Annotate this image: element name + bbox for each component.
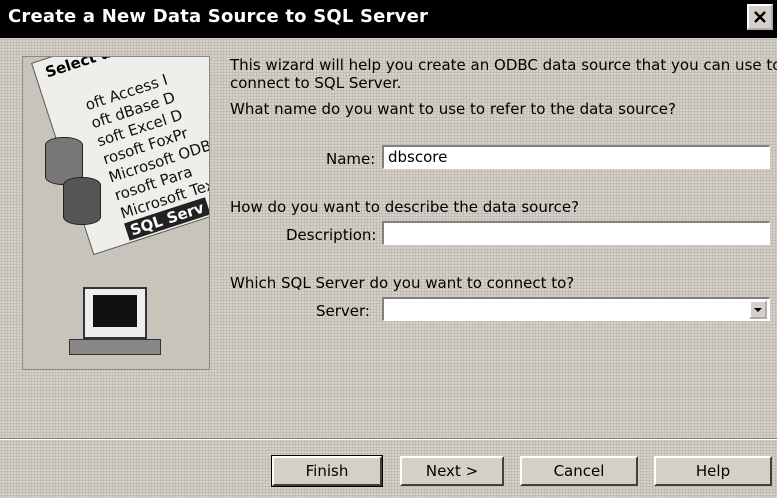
intro-line-1: This wizard will help you create an ODBC… <box>230 56 777 74</box>
wizard-dialog: Select a driver for oft Access I oft dBa… <box>0 38 777 498</box>
description-question: How do you want to describe the data sou… <box>230 198 580 216</box>
intro-line-2: connect to SQL Server. <box>230 74 402 92</box>
window-title: Create a New Data Source to SQL Server <box>8 6 429 27</box>
wizard-illustration: Select a driver for oft Access I oft dBa… <box>22 56 210 370</box>
computer-icon <box>83 287 147 339</box>
server-label: Server: <box>316 302 370 320</box>
server-combobox[interactable] <box>382 297 770 321</box>
description-input[interactable] <box>382 221 770 245</box>
chevron-down-icon <box>754 307 762 312</box>
finish-button[interactable]: Finish <box>271 455 383 487</box>
description-label: Description: <box>286 226 377 244</box>
name-input[interactable]: dbscore <box>382 145 770 169</box>
next-button[interactable]: Next > <box>400 456 504 486</box>
close-button[interactable] <box>747 4 773 30</box>
server-dropdown-button[interactable] <box>749 300 767 319</box>
name-label: Name: <box>326 150 376 168</box>
title-bar: Create a New Data Source to SQL Server <box>0 0 777 38</box>
database-icon <box>63 177 101 225</box>
close-icon <box>754 11 766 23</box>
server-question: Which SQL Server do you want to connect … <box>230 274 575 292</box>
keyboard-icon <box>69 339 161 355</box>
button-separator <box>0 438 777 440</box>
help-button[interactable]: Help <box>654 456 772 486</box>
cancel-button[interactable]: Cancel <box>520 456 638 486</box>
name-question: What name do you want to use to refer to… <box>230 100 676 118</box>
